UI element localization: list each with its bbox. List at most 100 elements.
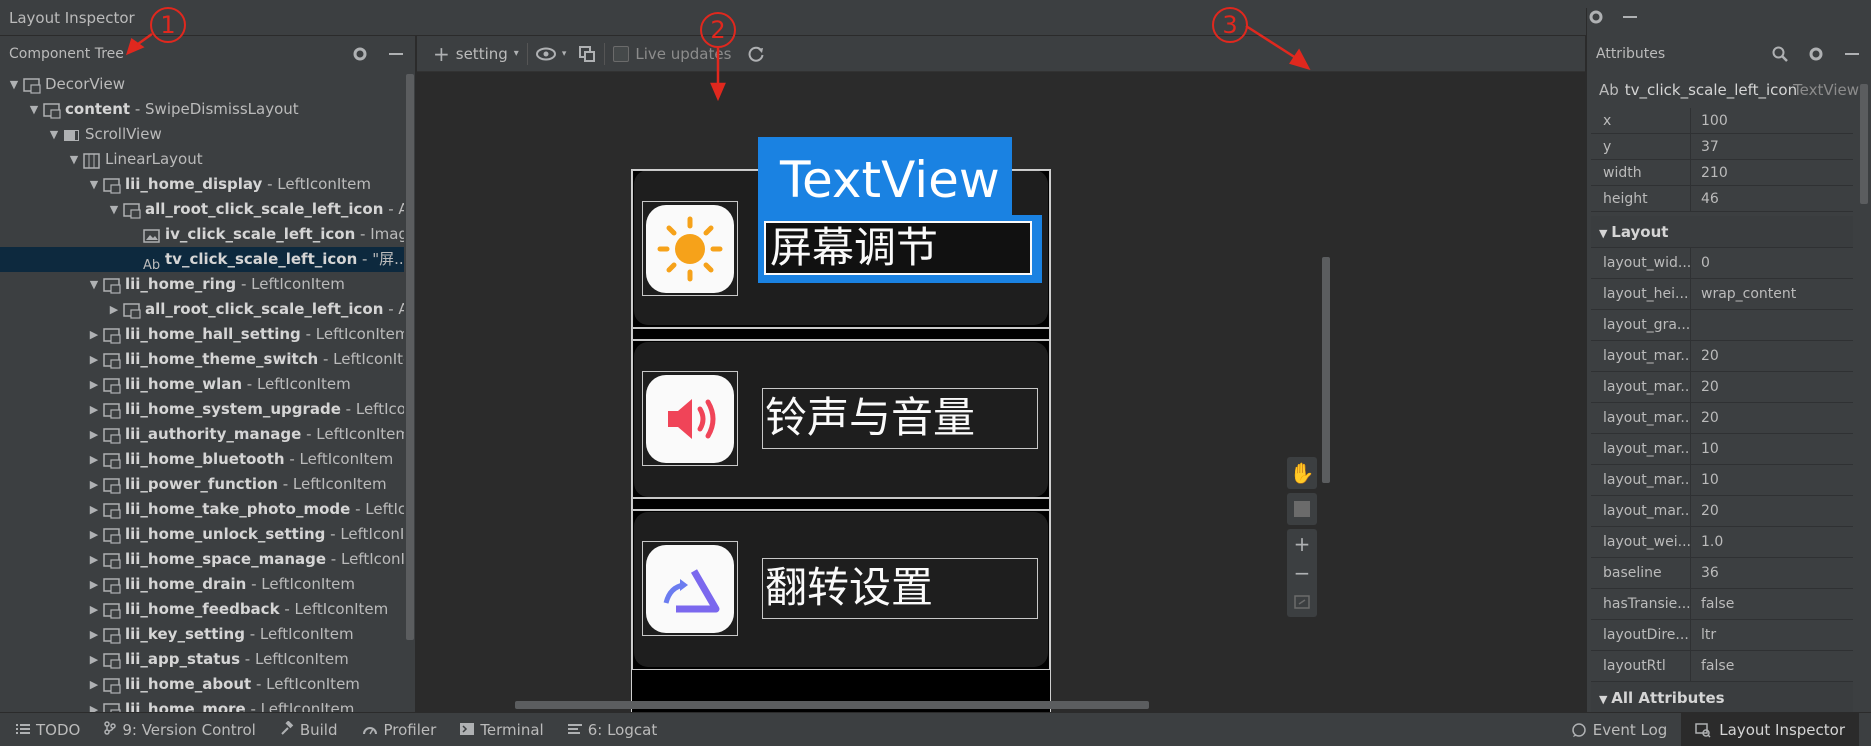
tree-node[interactable]: ▶ lii_home_take_photo_mode - LeftIco... (0, 497, 404, 522)
attribute-row[interactable]: x 100 (1591, 108, 1853, 134)
tree-node[interactable]: ▶ lii_home_more - LeftIconItem (0, 697, 404, 712)
live-updates-checkbox[interactable] (613, 45, 630, 62)
tree-node[interactable]: ▼ DecorView (0, 72, 404, 97)
collapse-arrow-icon[interactable]: ▶ (108, 297, 120, 322)
tree-node[interactable]: iv_click_scale_left_icon - Imag... (0, 222, 404, 247)
collapse-arrow-icon[interactable]: ▶ (88, 347, 100, 372)
attribute-value[interactable]: 20 (1691, 403, 1719, 433)
collapse-arrow-icon[interactable]: ▶ (88, 672, 100, 697)
tree-node[interactable]: ▼ ScrollView (0, 122, 404, 147)
attribute-value[interactable]: 210 (1691, 160, 1728, 185)
collapse-arrow-icon[interactable]: ▶ (88, 572, 100, 597)
search-icon[interactable] (1771, 45, 1789, 63)
minimize-icon[interactable] (1621, 8, 1639, 26)
tree-node[interactable]: Ab tv_click_scale_left_icon - "屏... (0, 247, 404, 273)
attribute-row[interactable]: layoutDire... ltr (1591, 620, 1853, 651)
attribute-value[interactable]: 20 (1691, 372, 1719, 402)
preview-canvas[interactable]: TextView 屏幕调节 铃声与音量 翻转设置 ✋ + − (417, 73, 1585, 712)
collapse-arrow-icon[interactable]: ▶ (88, 497, 100, 522)
attributes-scrollbar[interactable] (1860, 84, 1868, 204)
tree-node[interactable]: ▼ LinearLayout (0, 147, 404, 172)
tool-window-button[interactable]: Build (280, 719, 338, 739)
attribute-value[interactable]: 1.0 (1691, 527, 1723, 557)
tool-window-button[interactable]: 6: Logcat (567, 721, 657, 739)
tree-node[interactable]: ▶ lii_home_drain - LeftIconItem (0, 572, 404, 597)
collapse-arrow-icon[interactable]: ▶ (88, 447, 100, 472)
tree-node[interactable]: ▶ lii_home_bluetooth - LeftIconItem (0, 447, 404, 472)
attribute-value[interactable]: 20 (1691, 341, 1719, 371)
gear-icon[interactable] (351, 45, 369, 63)
pan-button[interactable]: ✋ (1287, 457, 1317, 489)
canvas-vertical-scrollbar[interactable] (1322, 257, 1330, 483)
collapse-arrow-icon[interactable]: ▶ (88, 422, 100, 447)
collapse-arrow-icon[interactable]: ▶ (88, 622, 100, 647)
expand-arrow-icon[interactable]: ▼ (88, 272, 100, 297)
attribute-value[interactable]: 37 (1691, 134, 1719, 159)
tree-node[interactable]: ▶ lii_authority_manage - LeftIconItem (0, 422, 404, 447)
tree-node[interactable]: ▶ lii_home_system_upgrade - LeftIcon... (0, 397, 404, 422)
collapse-arrow-icon[interactable]: ▶ (88, 647, 100, 672)
expand-arrow-icon[interactable]: ▼ (108, 197, 120, 222)
attribute-value[interactable]: ltr (1691, 620, 1716, 650)
tree-node[interactable]: ▼ lii_home_display - LeftIconItem (0, 172, 404, 197)
expand-arrow-icon[interactable]: ▼ (8, 72, 20, 97)
collapse-arrow-icon[interactable]: ▶ (88, 472, 100, 497)
gear-icon[interactable] (1807, 45, 1825, 63)
expand-arrow-icon[interactable]: ▼ (48, 122, 60, 147)
attribute-row[interactable]: layout_mar... 20 (1591, 341, 1853, 372)
minimize-icon[interactable] (1843, 45, 1861, 63)
tool-window-button[interactable]: Profiler (362, 721, 436, 739)
tree-node[interactable]: ▶ lii_key_setting - LeftIconItem (0, 622, 404, 647)
attribute-value[interactable]: 10 (1691, 434, 1719, 464)
tree-node[interactable]: ▶ lii_power_function - LeftIconItem (0, 472, 404, 497)
attribute-row[interactable]: layout_mar... 20 (1591, 403, 1853, 434)
tree-node[interactable]: ▶ all_root_click_scale_left_icon - A... (0, 297, 404, 322)
attribute-row[interactable]: width 210 (1591, 160, 1853, 186)
attribute-value[interactable]: 0 (1691, 248, 1710, 278)
attribute-row[interactable]: y 37 (1591, 134, 1853, 160)
attribute-row[interactable]: layout_mar... 20 (1591, 372, 1853, 403)
attribute-row[interactable]: height 46 (1591, 186, 1853, 212)
tool-window-button[interactable]: TODO (16, 721, 80, 739)
expand-arrow-icon[interactable]: ▼ (68, 147, 80, 172)
collapse-arrow-icon[interactable]: ▶ (88, 597, 100, 622)
attribute-value[interactable]: false (1691, 589, 1734, 619)
tree-node[interactable]: ▶ lii_home_unlock_setting - LeftIconIt... (0, 522, 404, 547)
view-options-button[interactable]: ▾ (535, 46, 566, 62)
expand-arrow-icon[interactable]: ▼ (1599, 227, 1611, 240)
tree-node[interactable]: ▶ lii_home_feedback - LeftIconItem (0, 597, 404, 622)
minimize-icon[interactable] (387, 45, 405, 63)
attribute-row[interactable]: layoutRtl false (1591, 651, 1853, 682)
event-log-button[interactable]: Event Log (1571, 721, 1667, 739)
collapse-arrow-icon[interactable]: ▶ (88, 397, 100, 422)
attribute-value[interactable]: 100 (1691, 108, 1728, 133)
attribute-value[interactable]: 10 (1691, 465, 1719, 495)
tree-node[interactable]: ▶ lii_home_space_manage - LeftIconIt... (0, 547, 404, 572)
tree-node[interactable]: ▶ lii_app_status - LeftIconItem (0, 647, 404, 672)
tree-node[interactable]: ▶ lii_home_hall_setting - LeftIconItem (0, 322, 404, 347)
attribute-row[interactable]: layout_hei... wrap_content (1591, 279, 1853, 310)
collapse-arrow-icon[interactable]: ▶ (88, 322, 100, 347)
attribute-row[interactable]: layout_mar... 10 (1591, 434, 1853, 465)
attribute-row[interactable]: layout_wid... 0 (1591, 248, 1853, 279)
attribute-value[interactable]: 20 (1691, 496, 1719, 526)
all-attributes-section-header[interactable]: ▼ All Attributes (1591, 682, 1853, 714)
tree-node[interactable]: ▼ lii_home_ring - LeftIconItem (0, 272, 404, 297)
selected-view-highlight[interactable]: 屏幕调节 (758, 215, 1042, 283)
attribute-value[interactable]: 36 (1691, 558, 1719, 588)
collapse-arrow-icon[interactable]: ▶ (88, 522, 100, 547)
attribute-value[interactable]: wrap_content (1691, 279, 1796, 309)
tree-node[interactable]: ▼ content - SwipeDismissLayout (0, 97, 404, 122)
gear-icon[interactable] (1587, 8, 1605, 26)
zoom-out-button[interactable]: − (1287, 559, 1317, 587)
attribute-row[interactable]: baseline 36 (1591, 558, 1853, 589)
layout-section-header[interactable]: ▼ Layout (1591, 216, 1853, 248)
tree-node[interactable]: ▼ all_root_click_scale_left_icon - A... (0, 197, 404, 222)
collapse-arrow-icon[interactable]: ▶ (88, 372, 100, 397)
attribute-row[interactable]: layout_wei... 1.0 (1591, 527, 1853, 558)
zoom-in-button[interactable]: + (1287, 529, 1317, 559)
attribute-value[interactable]: 46 (1691, 186, 1719, 211)
device-preview[interactable]: TextView 屏幕调节 铃声与音量 翻转设置 (631, 137, 1051, 712)
volume-icon-bounds[interactable] (642, 371, 738, 466)
brightness-icon-bounds[interactable] (642, 201, 738, 296)
